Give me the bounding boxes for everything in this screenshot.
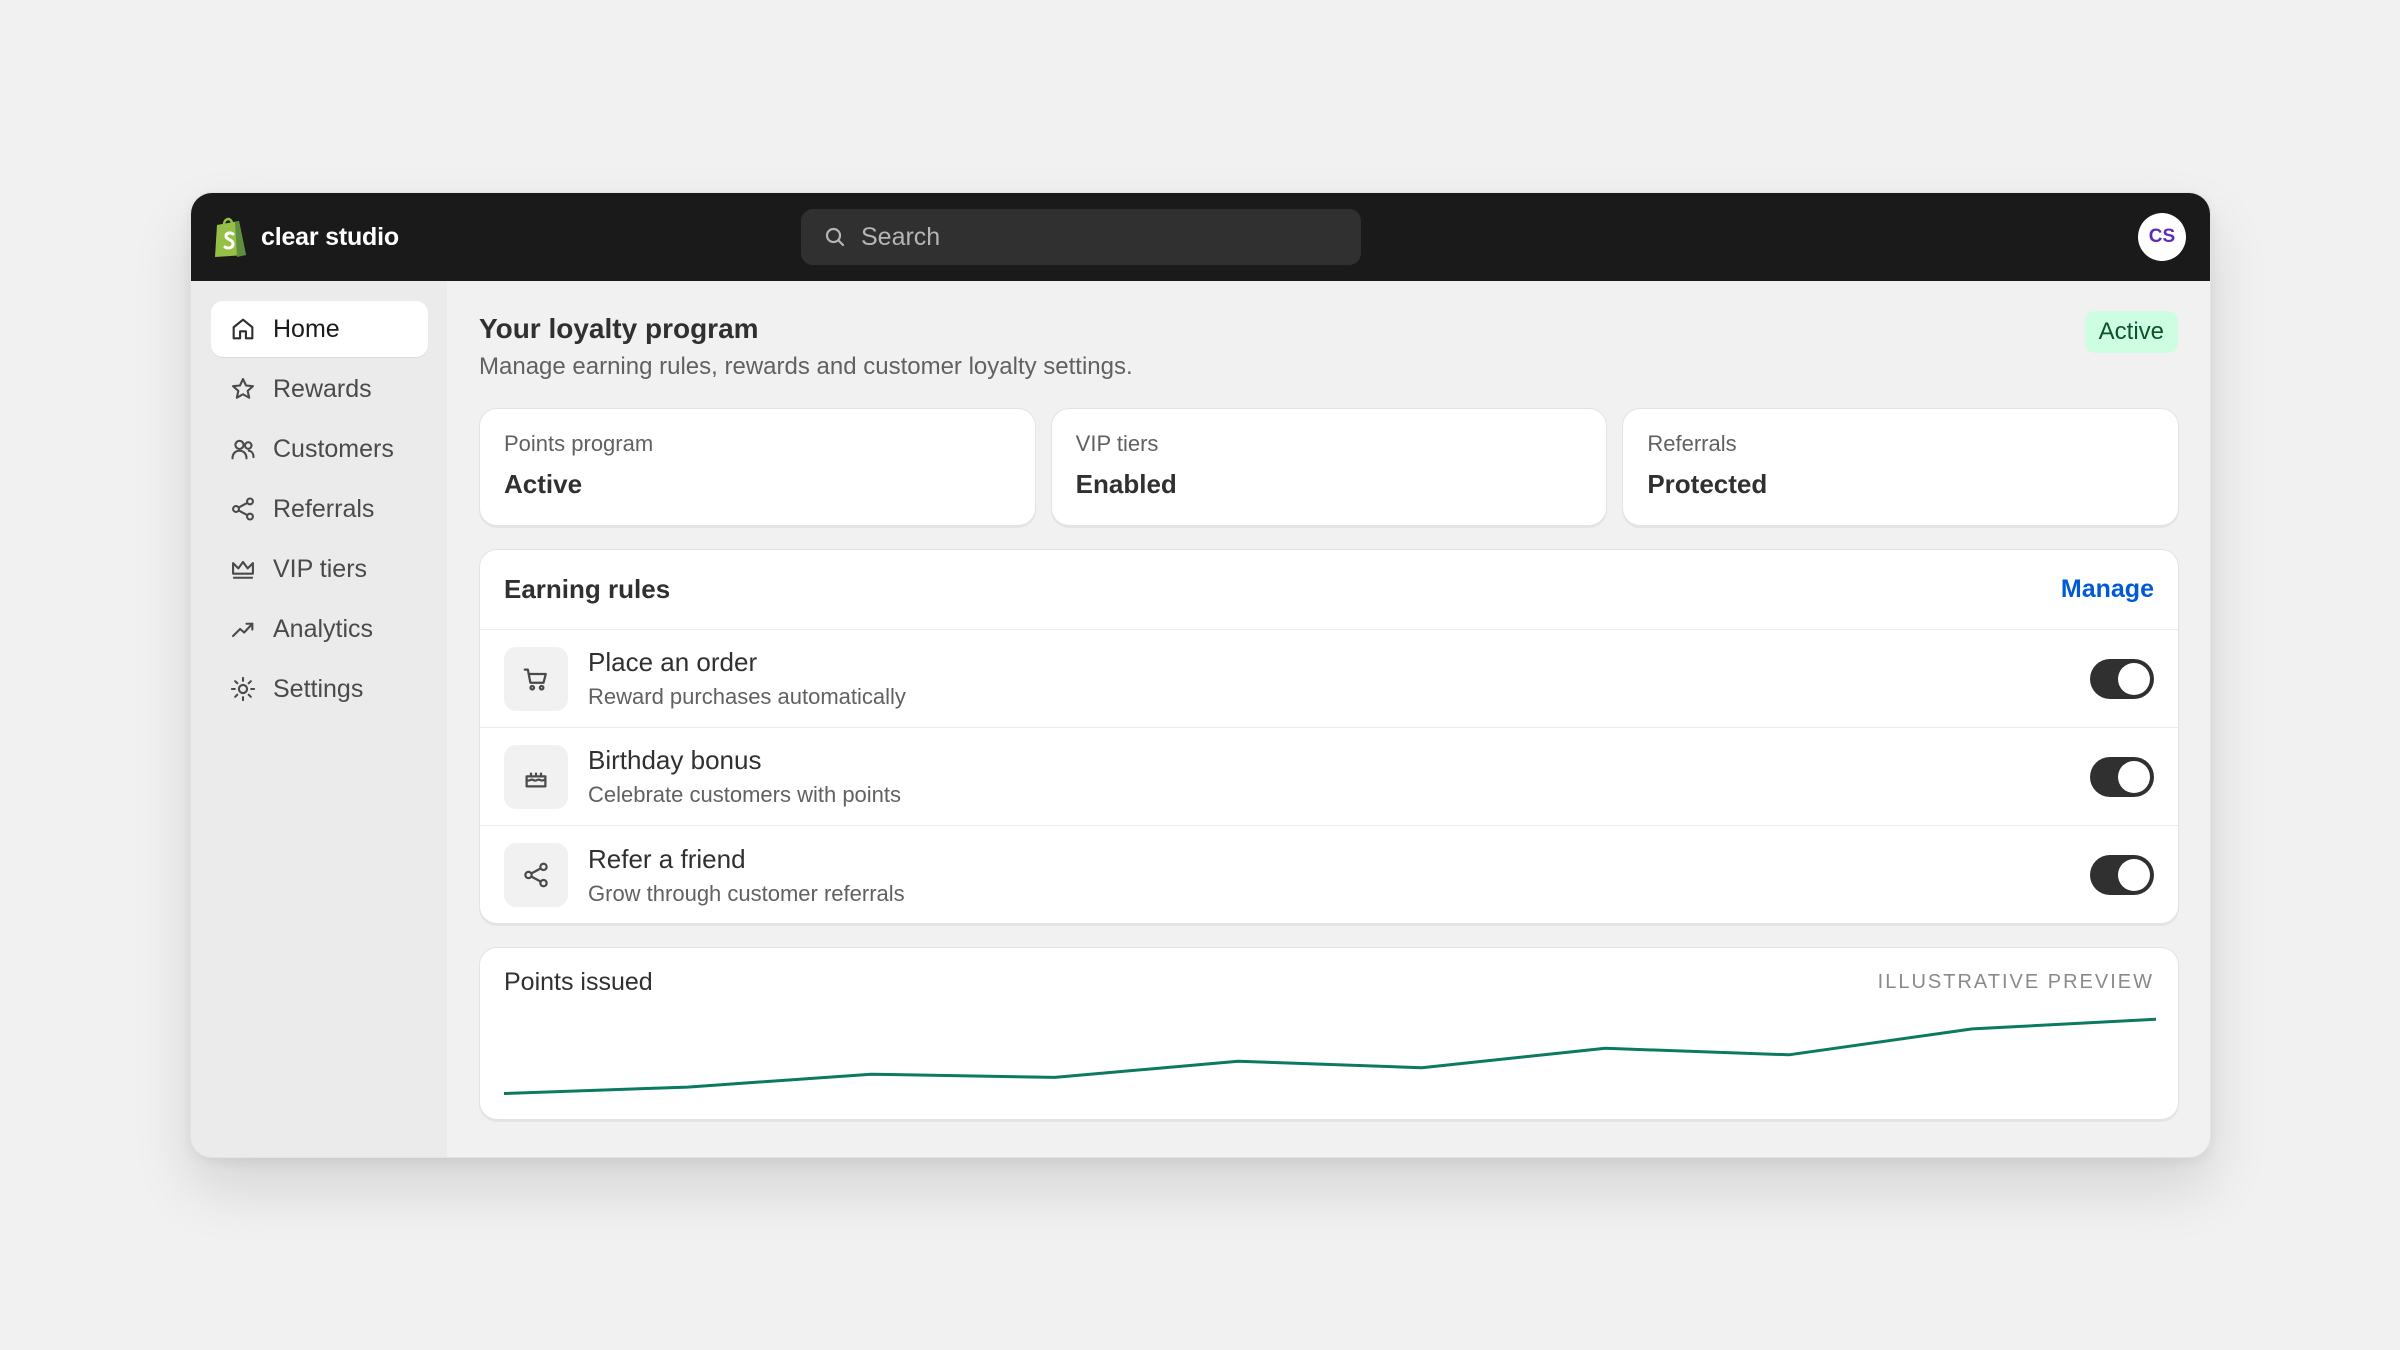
page-subtitle: Manage earning rules, rewards and custom… (479, 353, 1133, 380)
sidebar-item-vip-tiers[interactable]: VIP tiers (211, 541, 428, 597)
rule-toggle-birthday-bonus[interactable] (2090, 756, 2154, 797)
home-icon (232, 318, 254, 340)
card-points-program[interactable]: Points program Active (479, 408, 1036, 526)
sidebar-item-settings[interactable]: Settings (211, 661, 428, 717)
gear-icon (230, 676, 256, 702)
sidebar-item-label: Customers (273, 434, 394, 463)
points-issued-panel: Points issued ILLUSTRATIVE PREVIEW (479, 947, 2179, 1120)
rule-description: Celebrate customers with points (588, 782, 902, 807)
rule-birthday-bonus: Birthday bonus Celebrate customers with … (480, 728, 2178, 826)
rule-description: Grow through customer referrals (588, 880, 905, 906)
rule-refer-a-friend: Refer a friend Grow through customer ref… (480, 826, 2178, 923)
store-name: clear studio (261, 222, 399, 251)
sidebar-item-referrals[interactable]: Referrals (211, 481, 428, 537)
sidebar-item-label: Analytics (273, 614, 374, 643)
card-label: VIP tiers (1075, 431, 1159, 456)
earning-rules-title: Earning rules (504, 574, 671, 604)
rule-place-an-order: Place an order Reward purchases automati… (480, 630, 2178, 728)
star-icon (232, 378, 254, 399)
page-title: Your loyalty program (479, 313, 759, 344)
search-input[interactable] (861, 222, 1321, 252)
card-value: Protected (1647, 469, 1768, 499)
user-avatar[interactable]: CS (2138, 213, 2186, 261)
card-vip-tiers[interactable]: VIP tiers Enabled (1050, 408, 1608, 526)
rule-description: Reward purchases automatically (588, 684, 906, 709)
card-value: Active (504, 469, 583, 499)
sidebar-item-label: Settings (273, 674, 364, 703)
sidebar-item-label: Referrals (273, 494, 375, 523)
sidebar-item-rewards[interactable]: Rewards (211, 361, 428, 417)
card-referrals[interactable]: Referrals Protected (1622, 408, 2180, 526)
sidebar: Home Rewards Customers Referrals VIP tie… (191, 281, 447, 1157)
illustrative-preview-tag: ILLUSTRATIVE PREVIEW (1877, 970, 2154, 993)
main-content: Your loyalty program Manage earning rule… (447, 281, 2210, 1157)
chart-header: Points issued ILLUSTRATIVE PREVIEW (480, 948, 2178, 1016)
rule-text: Birthday bonus Celebrate customers with … (588, 745, 2090, 808)
earning-rules-panel: Earning rules Manage Place an order Rewa… (479, 549, 2179, 924)
card-label: Referrals (1647, 431, 1737, 456)
cart-icon (523, 668, 547, 691)
sidebar-item-home[interactable]: Home (211, 301, 428, 357)
share-icon (232, 497, 254, 521)
shopify-bag-logo-icon (215, 217, 246, 257)
cake-icon (525, 772, 547, 787)
manage-link[interactable]: Manage (2061, 575, 2154, 604)
sidebar-item-label: Home (273, 314, 340, 343)
rule-icon-box (504, 744, 568, 809)
rule-toggle-refer-a-friend[interactable] (2090, 855, 2154, 895)
chart-title: Points issued (504, 967, 653, 996)
rule-icon-box (504, 843, 568, 907)
top-bar: clear studio CS (191, 193, 2210, 281)
earning-rules-header: Earning rules Manage (480, 550, 2178, 630)
rule-title: Refer a friend (588, 843, 746, 874)
summary-cards: Points program Active VIP tiers Enabled … (479, 408, 2180, 526)
card-label: Points program (504, 431, 654, 456)
rule-text: Place an order Reward purchases automati… (588, 647, 2090, 710)
sidebar-item-label: VIP tiers (273, 554, 368, 583)
search-bar[interactable] (801, 209, 1361, 265)
share-icon (524, 862, 548, 888)
rule-title: Place an order (588, 647, 758, 677)
sidebar-item-label: Rewards (273, 374, 372, 403)
crown-icon (232, 560, 254, 579)
people-icon (231, 439, 255, 460)
search-icon (825, 227, 845, 247)
card-value: Enabled (1075, 469, 1177, 499)
trend-up-icon (232, 622, 254, 638)
points-series-line (504, 1017, 2156, 1095)
points-issued-chart (504, 1017, 2156, 1095)
rule-toggle-place-an-order[interactable] (2090, 658, 2154, 699)
app-window: clear studio CS Home Rewards Customers R… (190, 192, 2211, 1158)
sidebar-item-customers[interactable]: Customers (211, 421, 428, 477)
rule-icon-box (504, 646, 568, 711)
rule-title: Birthday bonus (588, 745, 762, 775)
brand[interactable]: clear studio (213, 215, 399, 259)
sidebar-item-analytics[interactable]: Analytics (211, 601, 428, 657)
status-badge: Active (2084, 311, 2178, 353)
rule-text: Refer a friend Grow through customer ref… (588, 844, 2090, 907)
